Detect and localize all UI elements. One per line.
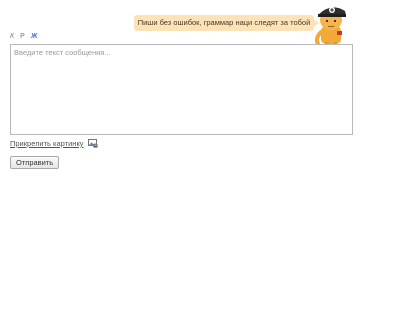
regular-button[interactable]: Р	[20, 33, 25, 41]
attach-image-row: Прикрепить картинку	[10, 139, 98, 148]
attach-image-link[interactable]: Прикрепить картинку	[10, 139, 84, 148]
formatting-toolbar: К Р Ж	[10, 33, 37, 41]
bold-button[interactable]: Ж	[31, 33, 38, 41]
hint-text: Пиши без ошибок, граммар наци следят за …	[137, 18, 311, 27]
grammar-nazi-mascot-icon	[315, 7, 346, 48]
send-button[interactable]: Отправить	[10, 156, 60, 169]
message-box	[10, 44, 353, 135]
mascot-speech-bubble: Пиши без ошибок, граммар наци следят за …	[134, 15, 319, 31]
message-textarea[interactable]	[11, 45, 352, 134]
italic-button[interactable]: К	[10, 33, 14, 41]
comment-form-page: Пиши без ошибок, граммар наци следят за …	[0, 0, 400, 320]
image-attach-icon[interactable]	[87, 139, 98, 148]
